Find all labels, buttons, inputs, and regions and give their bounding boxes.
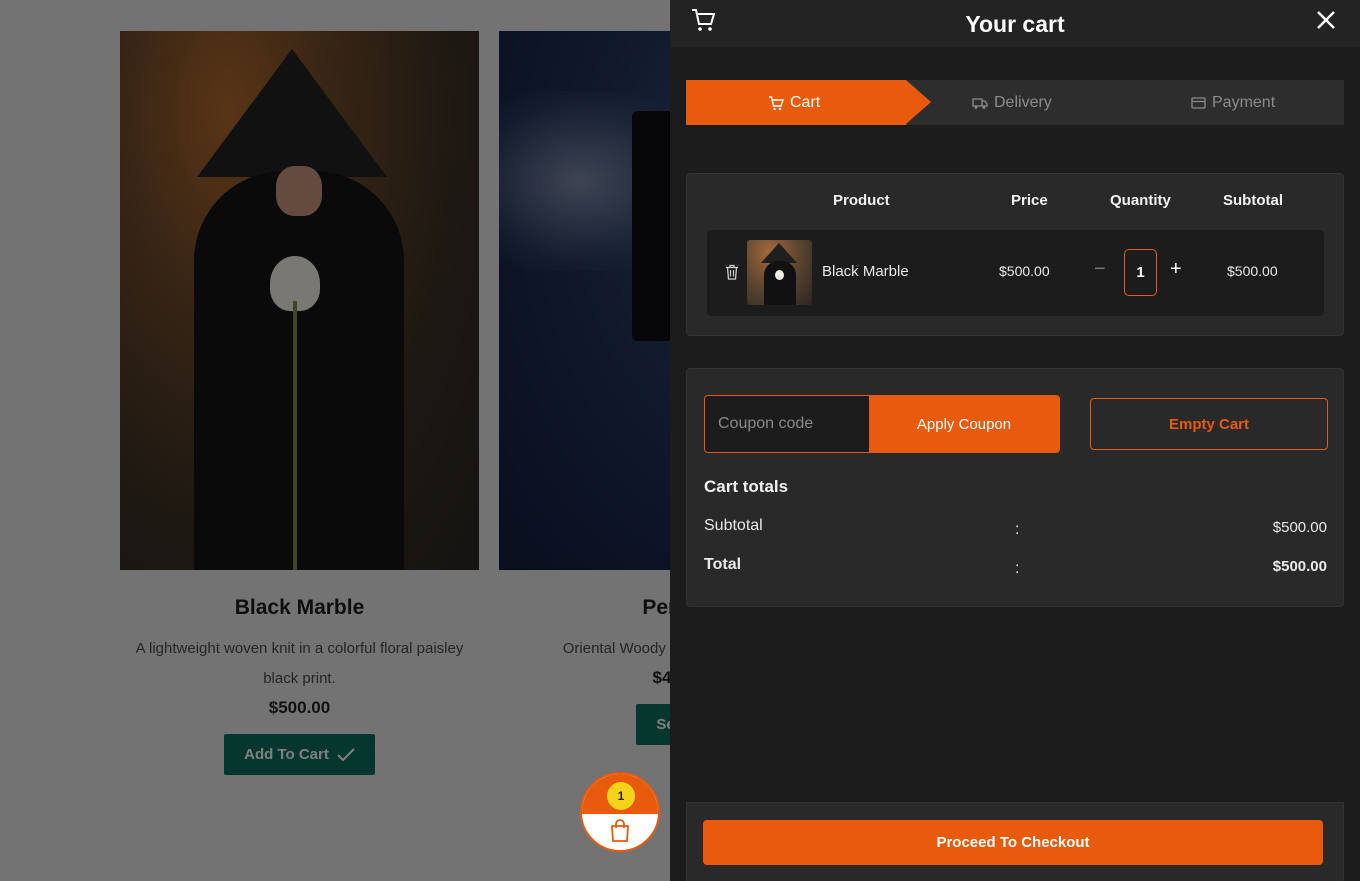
close-icon[interactable] [1314,8,1338,32]
thumb-body [764,261,796,305]
quantity-input[interactable]: 1 [1124,249,1157,296]
subtotal-value: $500.00 [1272,519,1327,536]
cart-totals-title: Cart totals [704,477,789,496]
row-subtotal: $500.00 [1227,263,1278,279]
cart-icon [769,95,784,110]
total-label: Total [704,556,742,573]
header-subtotal: Subtotal [1223,192,1283,209]
total-value: $500.00 [1272,558,1327,575]
shopping-bag-icon [611,819,629,842]
cart-count-badge: 1 [607,782,635,810]
header-quantity: Quantity [1110,192,1171,209]
drawer-header: Your cart [670,0,1360,47]
header-product: Product [833,192,890,209]
drawer-title: Your cart [965,11,1065,37]
subtotal-label: Subtotal [704,517,763,534]
step-label: Cart [790,93,821,111]
header-price: Price [1011,192,1048,209]
trash-icon[interactable] [725,264,739,280]
total-separator: : [1015,560,1020,577]
drawer-footer: Proceed To Checkout [686,802,1344,881]
product-price: $500.00 [999,263,1050,279]
coupon-input[interactable] [705,396,869,452]
truck-icon [972,97,988,109]
cart-drawer: Your cart Cart Delivery Payment Product … [670,0,1360,881]
coupon-form: Apply Coupon [704,395,1060,453]
step-label: Payment [1212,93,1276,111]
step-cart[interactable]: Cart [768,80,820,125]
apply-coupon-button[interactable]: Apply Coupon [869,396,1059,452]
proceed-to-checkout-button[interactable]: Proceed To Checkout [703,820,1323,865]
subtotal-separator: : [1015,521,1020,538]
card-icon [1191,96,1206,109]
step-payment[interactable]: Payment [1191,80,1275,125]
step-label: Delivery [994,93,1052,111]
increase-quantity-button[interactable]: + [1170,259,1182,279]
step-delivery[interactable]: Delivery [972,80,1052,125]
floating-cart-button[interactable]: 1 [580,772,660,852]
cart-totals-panel: Apply Coupon Empty Cart Cart totals Subt… [686,368,1344,607]
empty-cart-button[interactable]: Empty Cart [1090,398,1328,450]
thumb-flower [775,270,784,280]
product-name[interactable]: Black Marble [822,263,909,280]
thumb-hat [761,243,797,263]
checkout-steps: Cart Delivery Payment [686,80,1344,125]
cart-table: Product Price Quantity Subtotal Black Ma… [686,173,1344,336]
product-thumbnail[interactable] [747,240,812,305]
step-arrow [906,80,931,124]
decrease-quantity-button[interactable]: − [1094,259,1106,279]
table-row: Black Marble $500.00 − 1 + $500.00 [707,230,1324,316]
